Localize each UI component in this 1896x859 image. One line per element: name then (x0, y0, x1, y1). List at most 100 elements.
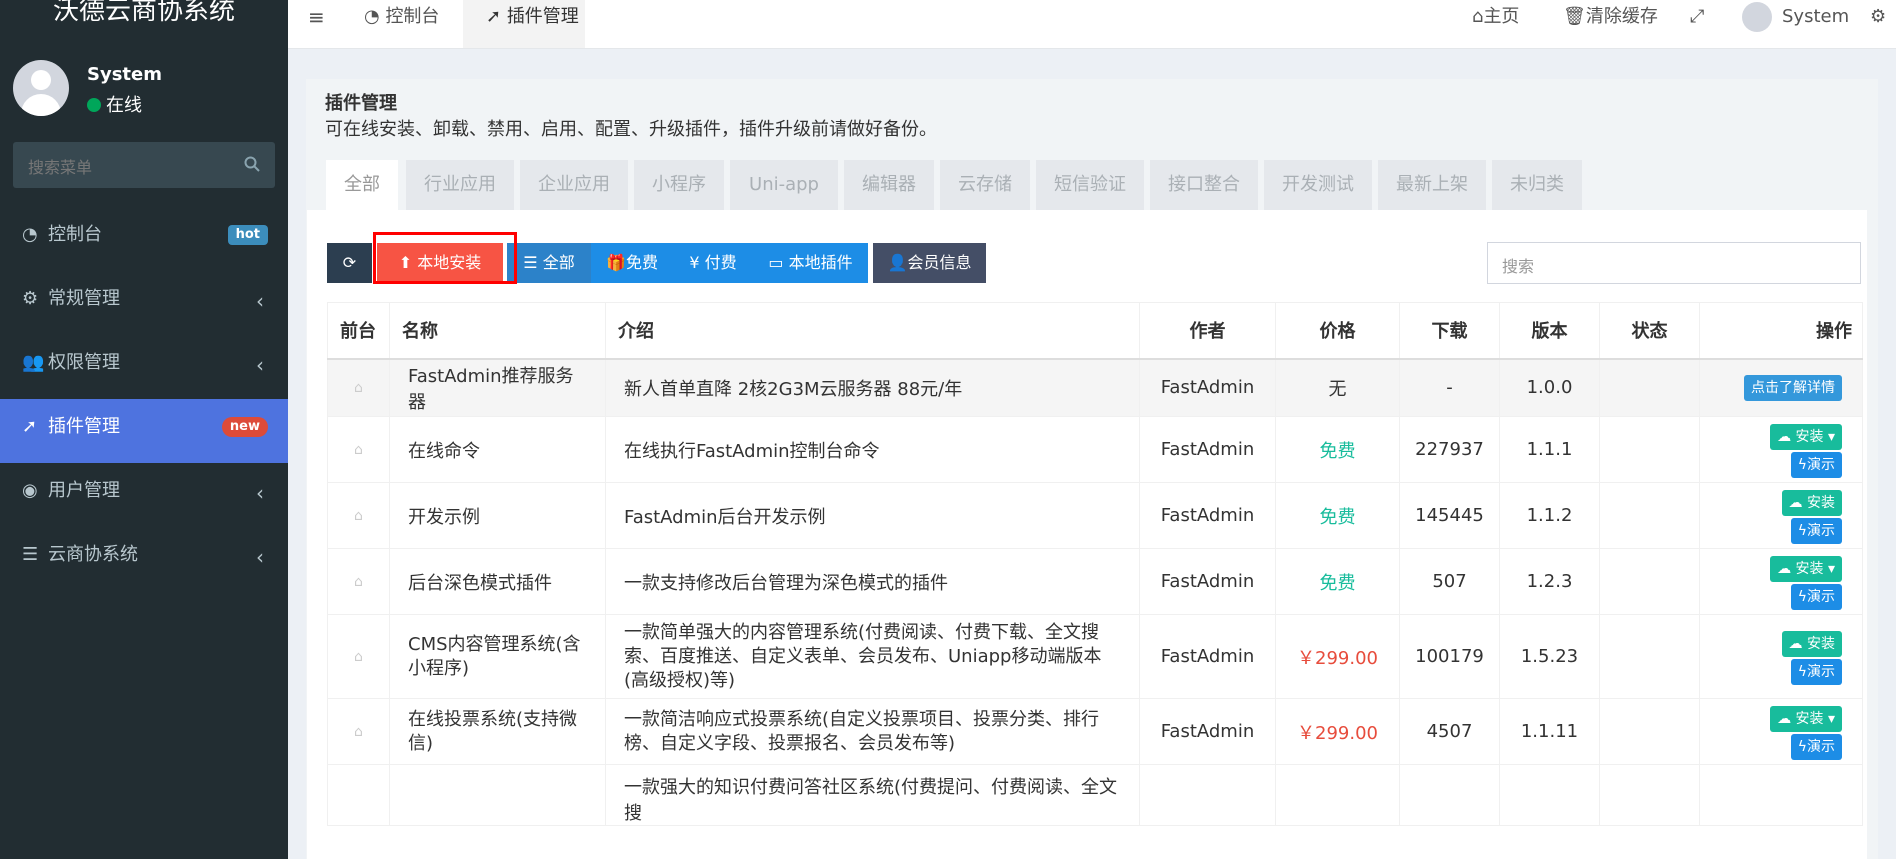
menu-search-input[interactable]: 搜索菜单 (13, 142, 275, 188)
install-button[interactable]: ☁ 安装 ▾ (1770, 423, 1842, 450)
demo-button[interactable]: ϟ演示 (1790, 658, 1842, 685)
tab-category-latest[interactable]: 最新上架 (1378, 160, 1486, 210)
addon-name: FastAdmin推荐服务器 (389, 358, 606, 417)
addon-version: 1.2.3 (1499, 548, 1600, 615)
addon-intro: FastAdmin后台开发示例 (605, 482, 1140, 549)
tab-category-uncategorized[interactable]: 未归类 (1492, 160, 1582, 210)
tab-category-api[interactable]: 接口整合 (1150, 160, 1258, 210)
clear-cache-button[interactable]: 🗑清除缓存 (1563, 0, 1658, 48)
addon-author: FastAdmin (1139, 548, 1276, 615)
laptop-icon: ▭ (768, 253, 789, 272)
details-button[interactable]: 点击了解详情 (1744, 374, 1842, 401)
install-button[interactable]: ☁ 安装 ▾ (1770, 705, 1842, 732)
sidebar-item-dashboard[interactable]: ◔ 控制台 hot (0, 207, 288, 271)
new-badge: new (221, 417, 268, 437)
sidebar-item-yunshangxie[interactable]: ☰ 云商协系统 ‹ (0, 527, 288, 591)
filter-all-button[interactable]: ☰ 全部 (507, 243, 591, 283)
addon-version: 1.1.1 (1499, 416, 1600, 483)
table-row: ⌂ 在线投票系统(支持微信) 一款简洁响应式投票系统(自定义投票项目、投票分类、… (327, 698, 1863, 765)
addon-downloads: 145445 (1399, 482, 1500, 549)
refresh-button[interactable]: ⟳ (327, 243, 372, 283)
menu-toggle-icon[interactable]: ≡ (308, 0, 325, 48)
table-row: 一款强大的知识付费问答社区系统(付费提问、付费阅读、全文搜 (327, 764, 1863, 826)
table-row: ⌂ CMS内容管理系统(含小程序) 一款简单强大的内容管理系统(付费阅读、付费下… (327, 614, 1863, 699)
addon-downloads: - (1399, 358, 1500, 417)
demo-button[interactable]: ϟ演示 (1790, 517, 1842, 544)
fullscreen-icon[interactable]: ⤢ (1690, 0, 1704, 48)
table-row: ⌂ 在线命令 在线执行FastAdmin控制台命令 FastAdmin 免费 2… (327, 416, 1863, 483)
addon-name: 在线投票系统(支持微信) (389, 698, 606, 765)
col-author: 作者 (1139, 302, 1276, 360)
tab-category-editor[interactable]: 编辑器 (844, 160, 934, 210)
refresh-icon: ⟳ (342, 253, 357, 272)
addon-intro: 新人首单直降 2核2G3M云服务器 88元/年 (605, 358, 1140, 417)
addon-status (1599, 482, 1700, 549)
addon-search-input[interactable]: 搜索 (1487, 242, 1861, 284)
home-icon[interactable]: ⌂ (327, 614, 390, 699)
brand-title: 沃德云商协系统 (52, 0, 235, 26)
addon-price: ￥299.00 (1275, 614, 1400, 699)
tab-addon[interactable]: ➚ 插件管理 (463, 0, 585, 48)
tab-category-industry[interactable]: 行业应用 (406, 160, 514, 210)
col-frontend: 前台 (327, 302, 390, 360)
online-dot-icon (87, 98, 101, 112)
home-link[interactable]: ⌂主页 (1472, 0, 1519, 48)
tab-category-devtest[interactable]: 开发测试 (1264, 160, 1372, 210)
demo-button[interactable]: ϟ演示 (1790, 583, 1842, 610)
install-button[interactable]: ☁ 安装 ▾ (1770, 555, 1842, 582)
filter-free-button[interactable]: 🎁免费 (591, 243, 673, 283)
home-icon[interactable]: ⌂ (327, 698, 390, 765)
sidebar-item-addon[interactable]: ➚ 插件管理 new (0, 399, 288, 463)
addon-version: 1.5.23 (1499, 614, 1600, 699)
addon-status (1599, 416, 1700, 483)
tab-category-miniprogram[interactable]: 小程序 (634, 160, 724, 210)
chevron-left-icon: ‹ (256, 289, 264, 313)
rocket-icon: ➚ (22, 416, 38, 437)
filter-paid-button[interactable]: ¥ 付费 (673, 243, 753, 283)
addon-version: 1.1.2 (1499, 482, 1600, 549)
col-name: 名称 (389, 302, 606, 360)
demo-button[interactable]: ϟ演示 (1790, 733, 1842, 760)
sidebar-item-auth[interactable]: 👥 权限管理 ‹ (0, 335, 288, 399)
tab-category-sms[interactable]: 短信验证 (1036, 160, 1144, 210)
tab-category-uniapp[interactable]: Uni-app (730, 160, 838, 210)
addon-downloads: 507 (1399, 548, 1500, 615)
member-info-button[interactable]: 👤会员信息 (873, 243, 986, 283)
hot-badge: hot (227, 225, 268, 245)
list-icon: ☰ (22, 544, 39, 565)
install-button[interactable]: ☁ 安装 (1781, 630, 1842, 657)
home-icon[interactable]: ⌂ (327, 548, 390, 615)
addon-actions: ☁ 安装 ϟ演示 (1699, 482, 1863, 549)
settings-gear-icon[interactable]: ⚙ (1870, 0, 1886, 48)
sidebar-item-general[interactable]: ⚙ 常规管理 ‹ (0, 271, 288, 335)
table-row: ⌂ 后台深色模式插件 一款支持修改后台管理为深色模式的插件 FastAdmin … (327, 548, 1863, 615)
user-menu[interactable]: System (1742, 0, 1849, 48)
tab-dashboard[interactable]: ◔ 控制台 (364, 0, 474, 48)
addon-status (1599, 614, 1700, 699)
demo-button[interactable]: ϟ演示 (1790, 451, 1842, 478)
table-row: ⌂ FastAdmin推荐服务器 新人首单直降 2核2G3M云服务器 88元/年… (327, 358, 1863, 417)
sidebar-item-user[interactable]: ◉ 用户管理 ‹ (0, 463, 288, 527)
user-panel: System 在线 (13, 60, 283, 118)
chevron-left-icon: ‹ (256, 481, 264, 505)
tab-category-storage[interactable]: 云存储 (940, 160, 1030, 210)
chevron-left-icon: ‹ (256, 545, 264, 569)
table-row: ⌂ 开发示例 FastAdmin后台开发示例 FastAdmin 免费 1454… (327, 482, 1863, 549)
tab-category-all[interactable]: 全部 (326, 160, 398, 210)
chevron-left-icon: ‹ (256, 353, 264, 377)
home-icon[interactable]: ⌂ (327, 482, 390, 549)
home-icon[interactable]: ⌂ (327, 416, 390, 483)
addon-panel: ⟳ ⬆ 本地安装 ☰ 全部 🎁免费 ¥ 付费 ▭ 本地插件 👤会员信息 搜索 前… (307, 210, 1867, 859)
search-icon[interactable] (244, 156, 260, 176)
col-downloads: 下载 (1399, 302, 1500, 360)
col-version: 版本 (1499, 302, 1600, 360)
addon-price: 免费 (1275, 416, 1400, 483)
addon-author: FastAdmin (1139, 358, 1276, 417)
home-icon[interactable]: ⌂ (327, 358, 390, 417)
main-content: 插件管理 可在线安装、卸载、禁用、启用、配置、升级插件，插件升级前请做好备份。 … (306, 79, 1878, 859)
table-header-row: 前台 名称 介绍 作者 价格 下载 版本 状态 操作 (327, 302, 1863, 360)
local-addon-button[interactable]: ▭ 本地插件 (753, 243, 868, 283)
tab-category-enterprise[interactable]: 企业应用 (520, 160, 628, 210)
install-button[interactable]: ☁ 安装 (1781, 489, 1842, 516)
addon-price: 免费 (1275, 548, 1400, 615)
